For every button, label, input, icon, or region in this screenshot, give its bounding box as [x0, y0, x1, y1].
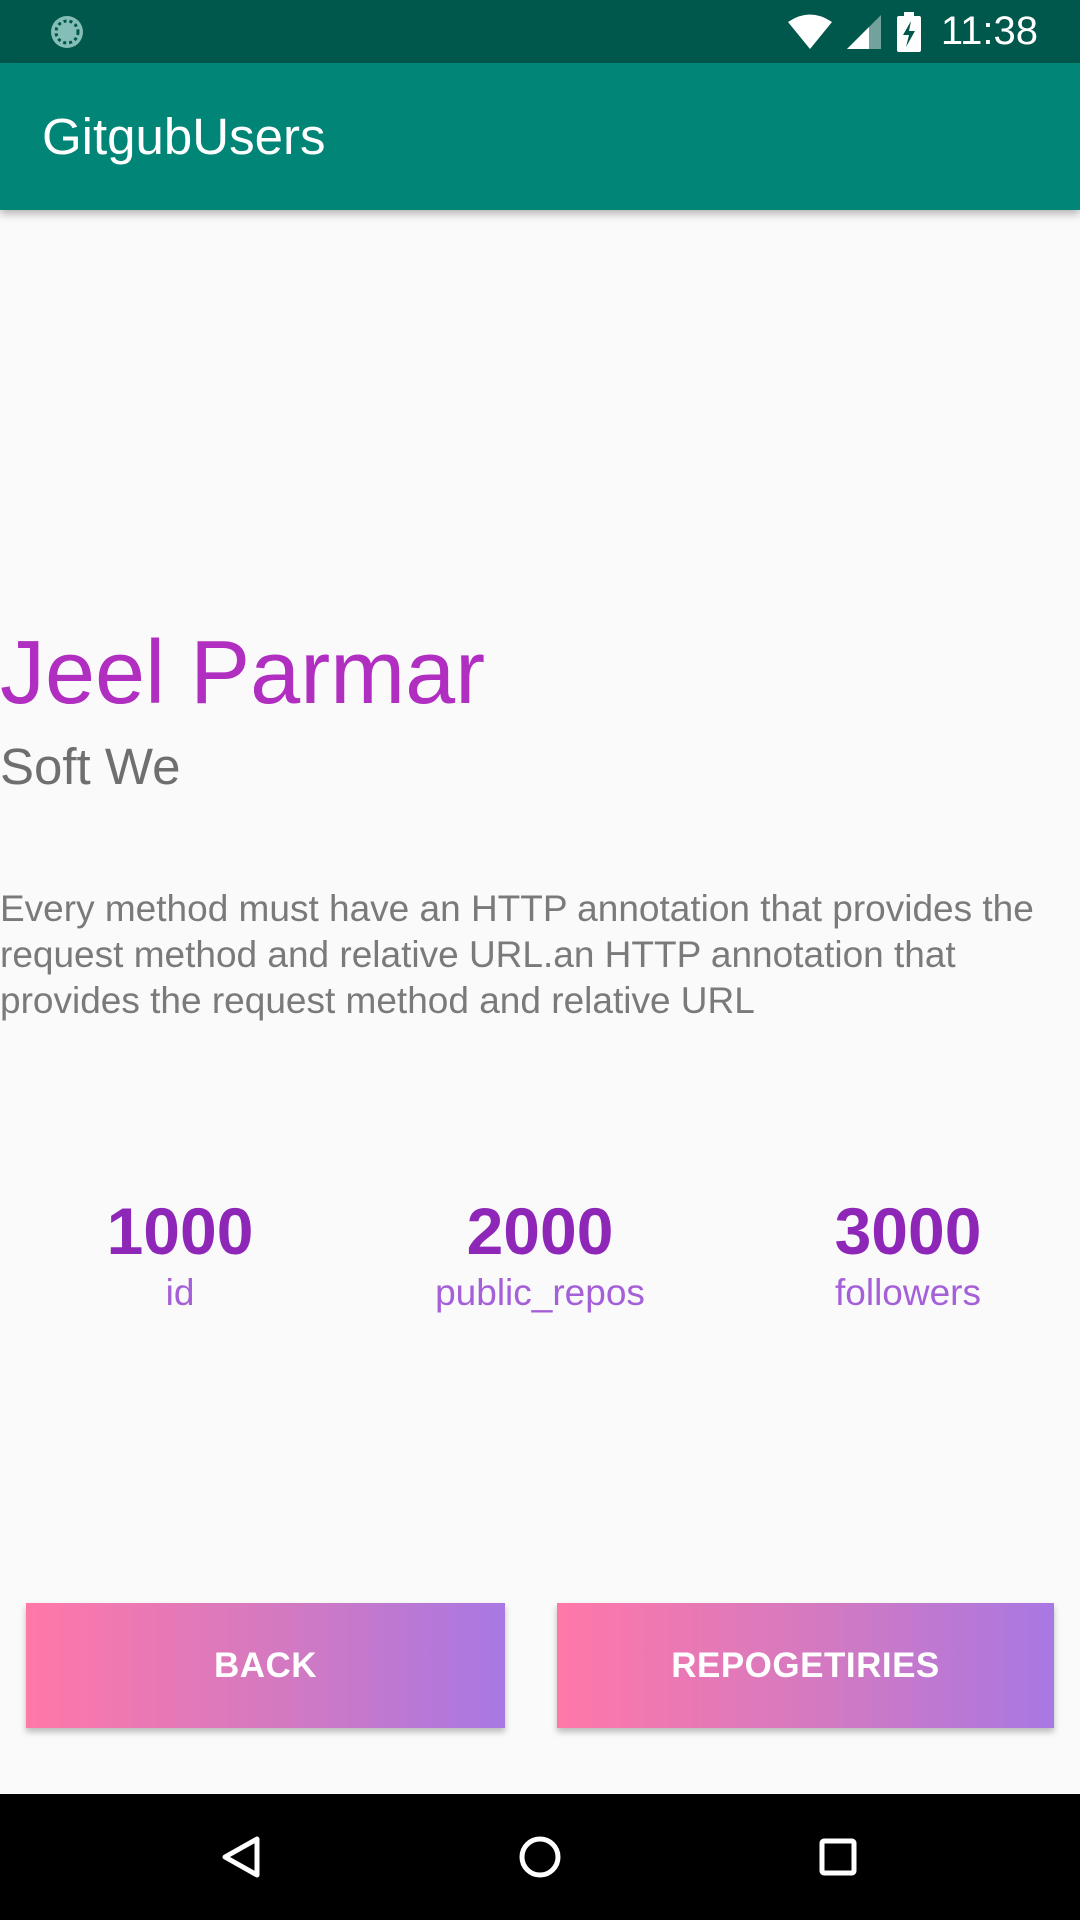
app-title: GitgubUsers — [42, 108, 326, 165]
app-bar: GitgubUsers — [0, 63, 1080, 210]
system-nav-bar — [0, 1794, 1080, 1920]
wifi-icon — [787, 14, 832, 49]
user-detail-content: Jeel Parmar Soft We Every method must ha… — [0, 210, 1080, 1794]
back-button[interactable]: BACK — [26, 1603, 505, 1728]
stat-label: followers — [835, 1272, 981, 1313]
status-bar: 11:38 — [0, 0, 1080, 63]
user-bio: Every method must have an HTTP annotatio… — [0, 888, 1034, 1021]
status-icons: 11:38 — [787, 0, 1038, 63]
battery-charging-icon — [896, 11, 921, 52]
stat-label: public_repos — [435, 1272, 645, 1313]
stat-value: 2000 — [466, 1194, 614, 1268]
nav-home-button[interactable] — [505, 1822, 575, 1892]
sync-icon — [51, 16, 83, 48]
stat-value: 1000 — [106, 1194, 254, 1268]
signal-icon — [846, 14, 881, 49]
stat-public-repos: 2000 public_repos — [360, 1194, 720, 1318]
stat-value: 3000 — [834, 1194, 982, 1268]
repositories-button[interactable]: REPOGETIRIES — [557, 1603, 1054, 1728]
user-company: Soft We — [0, 738, 181, 795]
status-time: 11:38 — [940, 9, 1038, 53]
back-triangle-icon — [222, 1836, 260, 1878]
stat-id: 1000 id — [0, 1194, 360, 1318]
home-circle-icon — [519, 1836, 561, 1878]
stat-followers: 3000 followers — [728, 1194, 1080, 1318]
stat-label: id — [165, 1272, 195, 1313]
recents-square-icon — [819, 1838, 857, 1876]
user-stats: 1000 id 2000 public_repos 3000 followers — [0, 1194, 1080, 1324]
user-name: Jeel Parmar — [0, 623, 486, 723]
nav-back-button[interactable] — [206, 1822, 276, 1892]
nav-recents-button[interactable] — [803, 1822, 873, 1892]
